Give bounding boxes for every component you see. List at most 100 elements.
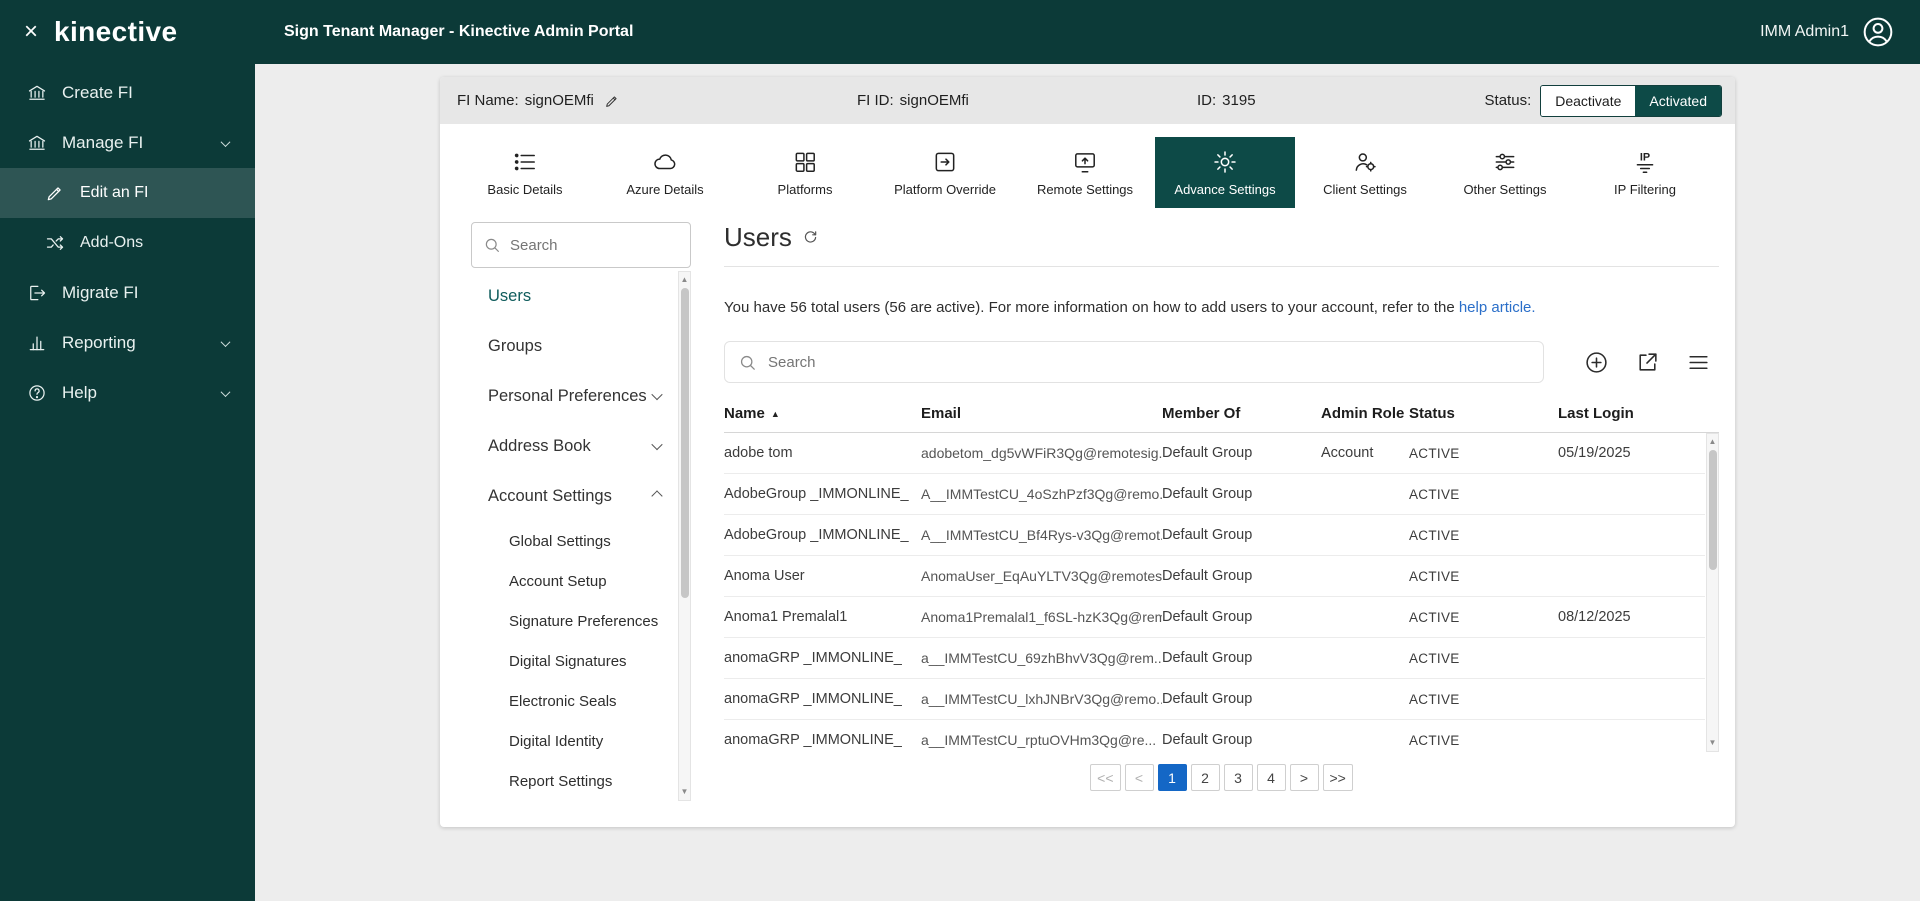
header-name[interactable]: Name ▲ — [724, 405, 921, 422]
cell-name: Anoma1 Premalal1 — [724, 609, 848, 625]
add-user-icon[interactable] — [1584, 350, 1609, 375]
users-search-input[interactable] — [768, 353, 1530, 371]
bank-icon — [27, 133, 47, 153]
sidebar-item-migrate-fi[interactable]: Migrate FI — [0, 268, 255, 318]
pagination-first-button[interactable]: << — [1090, 764, 1121, 791]
settings-nav-subitem-electronic-seals[interactable]: Electronic Seals — [471, 681, 674, 721]
settings-nav-item-account-settings[interactable]: Account Settings — [471, 471, 674, 521]
deactivate-button[interactable]: Deactivate — [1541, 85, 1636, 116]
table-row[interactable]: AdobeGroup _IMMONLINE_ A__IMMTestCU_Bf4R… — [724, 515, 1705, 556]
settings-nav-item-personal-preferences[interactable]: Personal Preferences — [471, 371, 674, 421]
scrollbar-thumb[interactable] — [681, 288, 689, 598]
tab-platforms[interactable]: Platforms — [735, 137, 875, 208]
header-admin-role[interactable]: Admin Role — [1321, 405, 1409, 422]
settings-nav-subitem-global-settings[interactable]: Global Settings — [471, 521, 674, 561]
info-text: You have 56 total users (56 are active).… — [724, 299, 1455, 316]
help-article-link[interactable]: help article. — [1459, 299, 1536, 316]
pagination: << < 1 2 3 4 > >> — [724, 764, 1719, 791]
table-row[interactable]: Anoma User AnomaUser_EqAuYLTV3Qg@remotes… — [724, 556, 1705, 597]
settings-nav-item-groups[interactable]: Groups — [471, 321, 674, 371]
pagination-last-button[interactable]: >> — [1322, 764, 1353, 791]
settings-nav-list: Users Groups Personal Preferences Addres… — [471, 271, 691, 801]
pagination-page-4-button[interactable]: 4 — [1256, 764, 1286, 791]
sidebar-item-create-fi[interactable]: Create FI — [0, 68, 255, 118]
table-row[interactable]: AdobeGroup _IMMONLINE_ A__IMMTestCU_4oSz… — [724, 474, 1705, 515]
tab-advance-settings[interactable]: Advance Settings — [1155, 137, 1295, 208]
users-table-body: adobe tom adobetom_dg5vWFiR3Qg@remotesig… — [724, 433, 1719, 752]
cell-email: AnomaUser_EqAuYLTV3Qg@remotes... — [921, 568, 1162, 584]
sidebar: × kinective Create FI Manage FI Edit an … — [0, 0, 255, 901]
tab-label: Client Settings — [1323, 181, 1407, 197]
sidebar-item-help[interactable]: Help — [0, 368, 255, 418]
users-table-scrollbar[interactable]: ▲ ▼ — [1706, 433, 1719, 752]
tab-azure-details[interactable]: Azure Details — [595, 137, 735, 208]
sidebar-item-reporting[interactable]: Reporting — [0, 318, 255, 368]
settings-search-input[interactable] — [510, 236, 679, 254]
sort-asc-icon[interactable]: ▲ — [771, 409, 780, 419]
settings-nav-subitem-digital-signatures[interactable]: Digital Signatures — [471, 641, 674, 681]
pencil-icon — [45, 183, 65, 203]
close-icon[interactable]: × — [24, 20, 38, 44]
settings-nav-subitem-report-settings[interactable]: Report Settings — [471, 761, 674, 801]
tab-ip-filtering[interactable]: IP IP Filtering — [1575, 137, 1715, 208]
cell-status: ACTIVE — [1409, 650, 1460, 666]
table-row[interactable]: anomaGRP _IMMONLINE_ a__IMMTestCU_rptuOV… — [724, 720, 1705, 752]
cell-status: ACTIVE — [1409, 568, 1460, 584]
id-value: 3195 — [1222, 92, 1256, 109]
tab-client-settings[interactable]: Client Settings — [1295, 137, 1435, 208]
pagination-page-3-button[interactable]: 3 — [1223, 764, 1253, 791]
cell-email: A__IMMTestCU_4oSzhPzf3Qg@remo... — [921, 486, 1162, 502]
settings-nav-item-users[interactable]: Users — [471, 271, 674, 321]
sidebar-item-label: Help — [62, 383, 97, 402]
settings-nav-subitem-digital-identity[interactable]: Digital Identity — [471, 721, 674, 761]
tab-label: Other Settings — [1463, 181, 1547, 197]
sidebar-item-label: Reporting — [62, 333, 136, 352]
search-icon — [740, 355, 755, 370]
cell-name: Anoma User — [724, 568, 805, 584]
cell-name: AdobeGroup _IMMONLINE_ — [724, 486, 909, 502]
cell-status: ACTIVE — [1409, 527, 1460, 543]
tab-remote-settings[interactable]: Remote Settings — [1015, 137, 1155, 208]
scrollbar-thumb[interactable] — [1709, 450, 1717, 570]
header-email[interactable]: Email — [921, 405, 1162, 422]
sidebar-item-label: Edit an FI — [80, 184, 149, 201]
user-menu[interactable]: IMM Admin1 — [1760, 16, 1894, 48]
header-label: Status — [1409, 405, 1455, 422]
tab-basic-details[interactable]: Basic Details — [455, 137, 595, 208]
settings-nav-subitem-signature-preferences[interactable]: Signature Preferences — [471, 601, 674, 641]
activated-button[interactable]: Activated — [1635, 85, 1721, 116]
table-row[interactable]: anomaGRP _IMMONLINE_ a__IMMTestCU_69zhBh… — [724, 638, 1705, 679]
scroll-up-icon[interactable]: ▲ — [679, 273, 690, 287]
user-avatar-icon[interactable] — [1862, 16, 1894, 48]
sidebar-item-edit-an-fi[interactable]: Edit an FI — [0, 168, 255, 218]
tab-platform-override[interactable]: Platform Override — [875, 137, 1015, 208]
edit-fi-name-icon[interactable] — [600, 93, 620, 109]
scroll-down-icon[interactable]: ▼ — [679, 785, 690, 799]
menu-icon[interactable] — [1686, 350, 1711, 375]
sidebar-item-manage-fi[interactable]: Manage FI — [0, 118, 255, 168]
scroll-down-icon[interactable]: ▼ — [1707, 736, 1718, 750]
refresh-icon[interactable] — [802, 229, 819, 246]
export-icon[interactable] — [1635, 350, 1660, 375]
header-last-login[interactable]: Last Login — [1558, 405, 1705, 422]
settings-nav-subitem-account-setup[interactable]: Account Setup — [471, 561, 674, 601]
sidebar-item-add-ons[interactable]: Add-Ons — [0, 218, 255, 268]
pagination-next-button[interactable]: > — [1289, 764, 1319, 791]
cell-member-of: Default Group — [1162, 732, 1253, 748]
table-row[interactable]: adobe tom adobetom_dg5vWFiR3Qg@remotesig… — [724, 433, 1705, 474]
search-icon — [485, 238, 499, 252]
header-status[interactable]: Status — [1409, 405, 1558, 422]
table-row[interactable]: Anoma1 Premalal1 Anoma1Premalal1_f6SL-hz… — [724, 597, 1705, 638]
header-member-of[interactable]: Member Of — [1162, 405, 1321, 422]
table-row[interactable]: anomaGRP _IMMONLINE_ a__IMMTestCU_lxhJNB… — [724, 679, 1705, 720]
settings-nav-sublabel: Report Settings — [509, 772, 613, 790]
cell-name: anomaGRP _IMMONLINE_ — [724, 691, 902, 707]
pagination-page-2-button[interactable]: 2 — [1190, 764, 1220, 791]
pagination-prev-button[interactable]: < — [1124, 764, 1154, 791]
scroll-up-icon[interactable]: ▲ — [1707, 435, 1718, 449]
settings-nav-item-address-book[interactable]: Address Book — [471, 421, 674, 471]
pagination-page-1-button[interactable]: 1 — [1157, 764, 1187, 791]
fi-id-value: signOEMfi — [899, 92, 969, 109]
settings-nav-scrollbar[interactable]: ▲ ▼ — [678, 271, 691, 801]
tab-other-settings[interactable]: Other Settings — [1435, 137, 1575, 208]
